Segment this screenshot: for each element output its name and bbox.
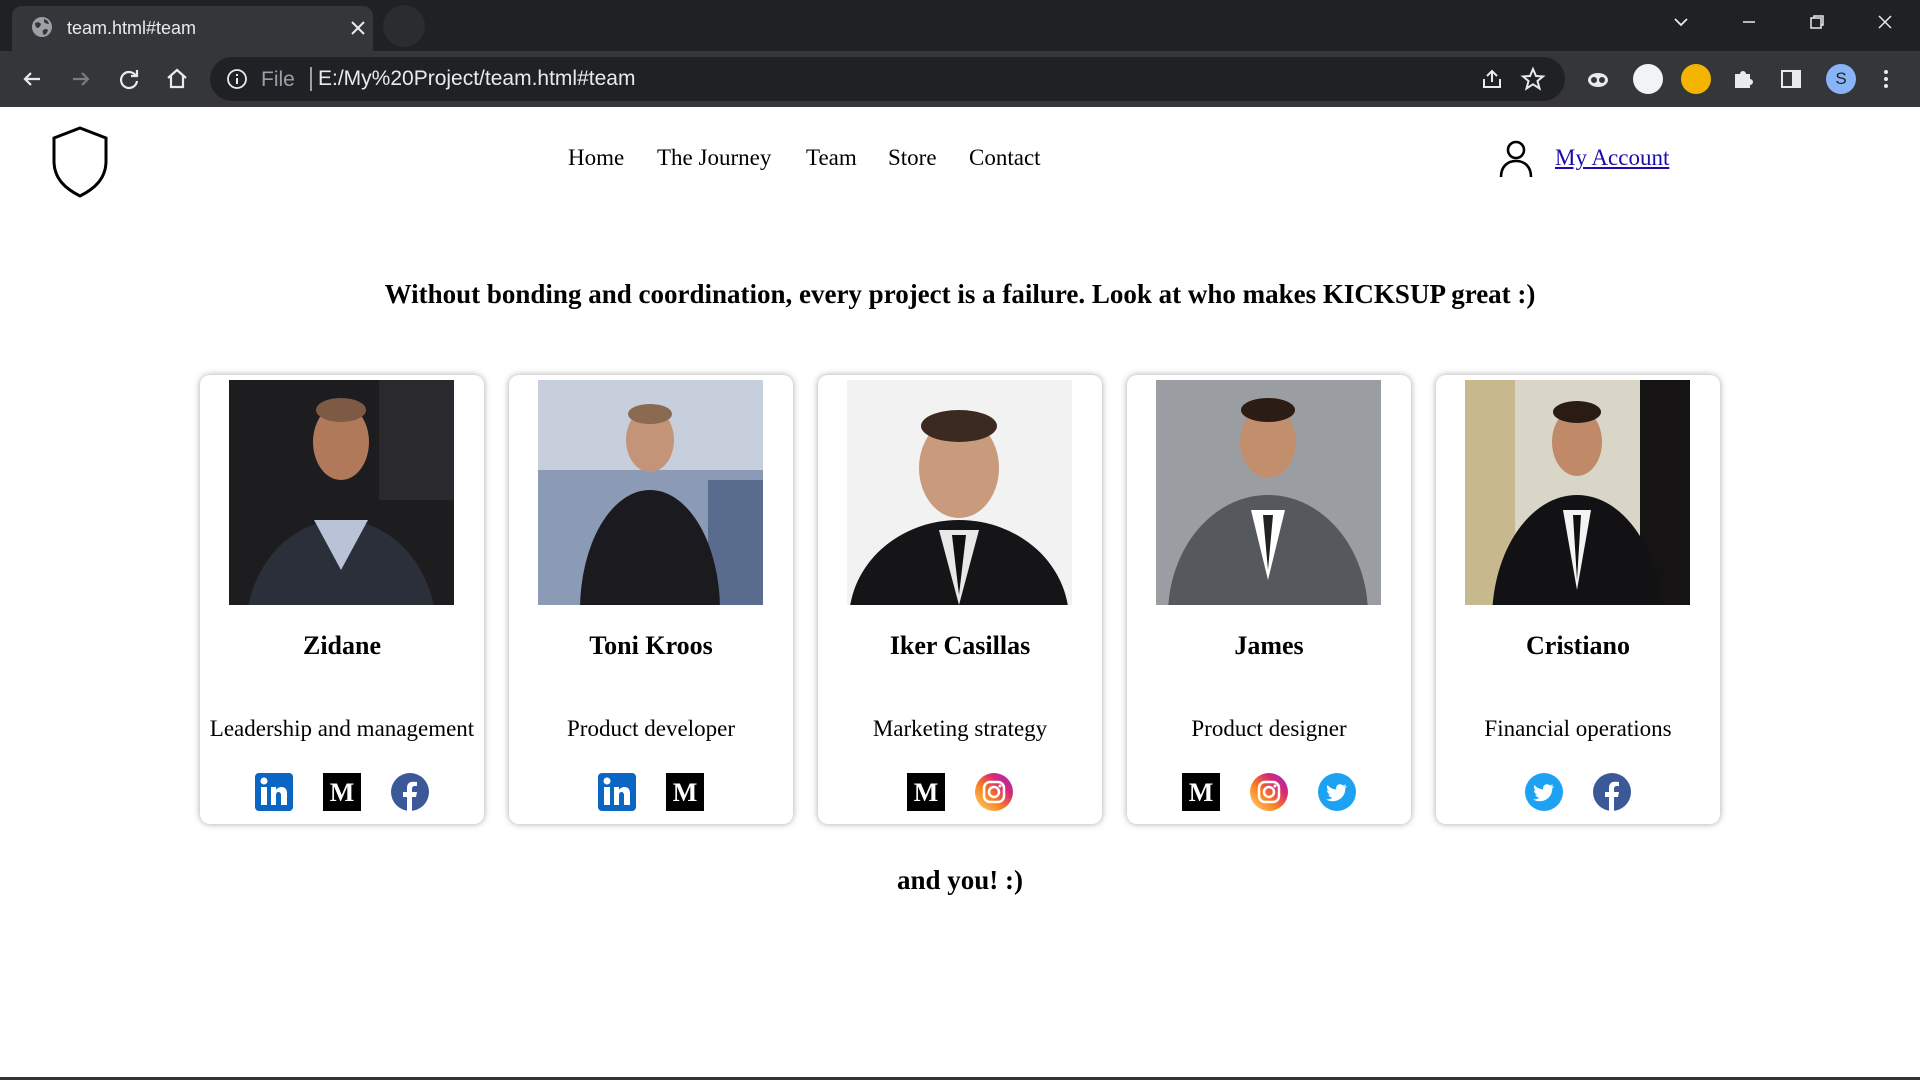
extension-badge-icon[interactable] — [1681, 64, 1711, 94]
nav-home[interactable]: Home — [568, 145, 624, 171]
outro-text: and you! :) — [896, 865, 1024, 895]
extension-cloud-icon[interactable] — [1584, 65, 1612, 93]
medium-icon[interactable]: M — [907, 773, 945, 811]
browser-tabstrip: team.html#team — [0, 0, 1920, 51]
social-links: M — [818, 773, 1102, 811]
social-links — [1436, 773, 1720, 811]
member-role: Product designer — [1191, 716, 1347, 741]
member-name: James — [1234, 631, 1304, 660]
new-tab-button[interactable] — [383, 5, 425, 47]
forward-arrow-icon[interactable] — [67, 65, 95, 93]
linkedin-icon[interactable] — [598, 773, 636, 811]
tab-search-button[interactable] — [1647, 0, 1715, 44]
tab-title: team.html#team — [67, 18, 197, 38]
svg-text:M: M — [1189, 778, 1214, 807]
restore-button[interactable] — [1783, 0, 1851, 44]
member-photo — [1465, 380, 1690, 605]
close-tab-icon[interactable] — [348, 18, 368, 38]
star-icon[interactable] — [1520, 66, 1546, 92]
nav-team[interactable]: Team — [806, 145, 857, 171]
member-role: Marketing strategy — [872, 716, 1048, 741]
twitter-icon[interactable] — [1318, 773, 1356, 811]
facebook-icon[interactable] — [391, 773, 429, 811]
svg-text:M: M — [914, 778, 939, 807]
linkedin-icon[interactable] — [255, 773, 293, 811]
member-photo — [847, 380, 1072, 605]
medium-icon[interactable]: M — [666, 773, 704, 811]
team-tagline: Without bonding and coordination, every … — [384, 279, 1536, 309]
member-name: Toni Kroos — [589, 631, 713, 660]
team-card: Cristiano Financial operations — [1436, 375, 1720, 824]
member-role: Financial operations — [1484, 716, 1672, 741]
kebab-menu-icon[interactable] — [1872, 65, 1900, 93]
nav-contact[interactable]: Contact — [969, 145, 1041, 171]
member-name: Cristiano — [1526, 631, 1630, 660]
reload-icon[interactable] — [115, 65, 143, 93]
team-card: Toni Kroos Product developer M — [509, 375, 793, 824]
twitter-icon[interactable] — [1525, 773, 1563, 811]
share-icon[interactable] — [1480, 67, 1504, 91]
puzzle-icon[interactable] — [1729, 65, 1757, 93]
scheme-label: File — [261, 68, 295, 91]
social-links: M — [509, 773, 793, 811]
nav-the-journey[interactable]: The Journey — [657, 145, 771, 171]
social-links: M — [200, 773, 484, 811]
social-links: M — [1127, 773, 1411, 811]
svg-text:M: M — [673, 778, 698, 807]
medium-icon[interactable]: M — [1182, 773, 1220, 811]
close-window-button[interactable] — [1851, 0, 1919, 44]
side-panel-icon[interactable] — [1777, 65, 1805, 93]
url-text[interactable]: E:/My%20Project/team.html#team — [318, 67, 635, 91]
browser-toolbar: File E:/My%20Project/team.html#team S — [0, 51, 1920, 107]
member-photo — [538, 380, 763, 605]
info-icon[interactable] — [226, 68, 248, 90]
facebook-icon[interactable] — [1593, 773, 1631, 811]
member-photo — [1156, 380, 1381, 605]
minimize-button[interactable] — [1715, 0, 1783, 44]
page-content: Home The Journey Team Store Contact My A… — [0, 107, 1920, 1080]
browser-tab[interactable]: team.html#team — [12, 6, 373, 51]
member-name: Iker Casillas — [889, 631, 1031, 660]
my-account-link[interactable]: My Account — [1555, 145, 1669, 171]
svg-text:M: M — [330, 778, 355, 807]
team-card: James Product designer M — [1127, 375, 1411, 824]
member-name: Zidane — [302, 631, 382, 660]
close-icon — [1878, 15, 1892, 29]
scheme-separator — [310, 67, 312, 91]
instagram-icon[interactable] — [975, 773, 1013, 811]
medium-icon[interactable]: M — [323, 773, 361, 811]
back-arrow-icon[interactable] — [18, 65, 46, 93]
minimize-icon — [1743, 21, 1755, 23]
address-bar[interactable]: File E:/My%20Project/team.html#team — [210, 57, 1565, 101]
member-role: Product developer — [567, 716, 735, 741]
team-card: Iker Casillas Marketing strategy M — [818, 375, 1102, 824]
instagram-icon[interactable] — [1250, 773, 1288, 811]
home-icon[interactable] — [163, 65, 191, 93]
shield-logo-icon[interactable] — [48, 123, 112, 201]
member-role: Leadership and management — [209, 716, 475, 741]
member-photo — [229, 380, 454, 605]
globe-icon — [32, 17, 52, 37]
chevron-down-icon — [1674, 18, 1688, 27]
extension-round-icon[interactable] — [1633, 64, 1663, 94]
nav-store[interactable]: Store — [888, 145, 937, 171]
restore-icon — [1810, 15, 1824, 29]
user-icon[interactable] — [1498, 139, 1534, 179]
team-card: Zidane Leadership and management M — [200, 375, 484, 824]
profile-avatar[interactable]: S — [1826, 64, 1856, 94]
